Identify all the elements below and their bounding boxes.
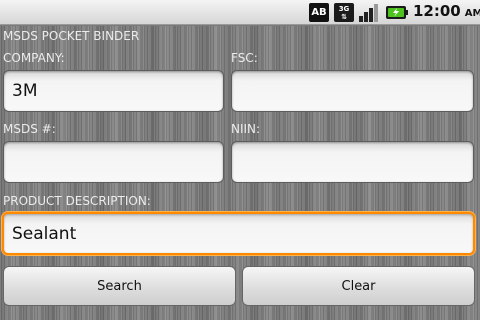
signal-strength-icon (358, 3, 380, 22)
ab-badge-text: AB (311, 7, 327, 18)
company-label: COMPANY: (3, 51, 65, 65)
status-bar: AB 3G ⇅ 12:00 AM (0, 0, 480, 25)
fsc-label: FSC: (231, 51, 258, 65)
search-button[interactable]: Search (3, 266, 236, 306)
product-description-input[interactable]: Sealant (2, 212, 475, 255)
clock-time: 12:00 (413, 2, 461, 20)
msds-number-input[interactable] (3, 141, 224, 183)
niin-label: NIIN: (231, 122, 261, 136)
msds-number-label: MSDS #: (3, 122, 56, 136)
fsc-input[interactable] (231, 70, 474, 112)
clear-button[interactable]: Clear (242, 266, 475, 306)
battery-charging-icon (385, 3, 409, 22)
product-description-label: PRODUCT DESCRIPTION: (3, 194, 151, 208)
company-input[interactable]: 3M (3, 70, 224, 112)
clock-ampm: AM (464, 8, 480, 19)
ab-icon: AB (309, 3, 329, 22)
3g-data-icon: 3G ⇅ (334, 3, 354, 22)
niin-input[interactable] (231, 141, 474, 183)
network-type-text: 3G (338, 4, 350, 13)
app-title: MSDS POCKET BINDER (3, 29, 140, 43)
form-screen: MSDS POCKET BINDER COMPANY: FSC: 3M MSDS… (0, 26, 480, 320)
clock: 12:00 AM (413, 2, 480, 23)
